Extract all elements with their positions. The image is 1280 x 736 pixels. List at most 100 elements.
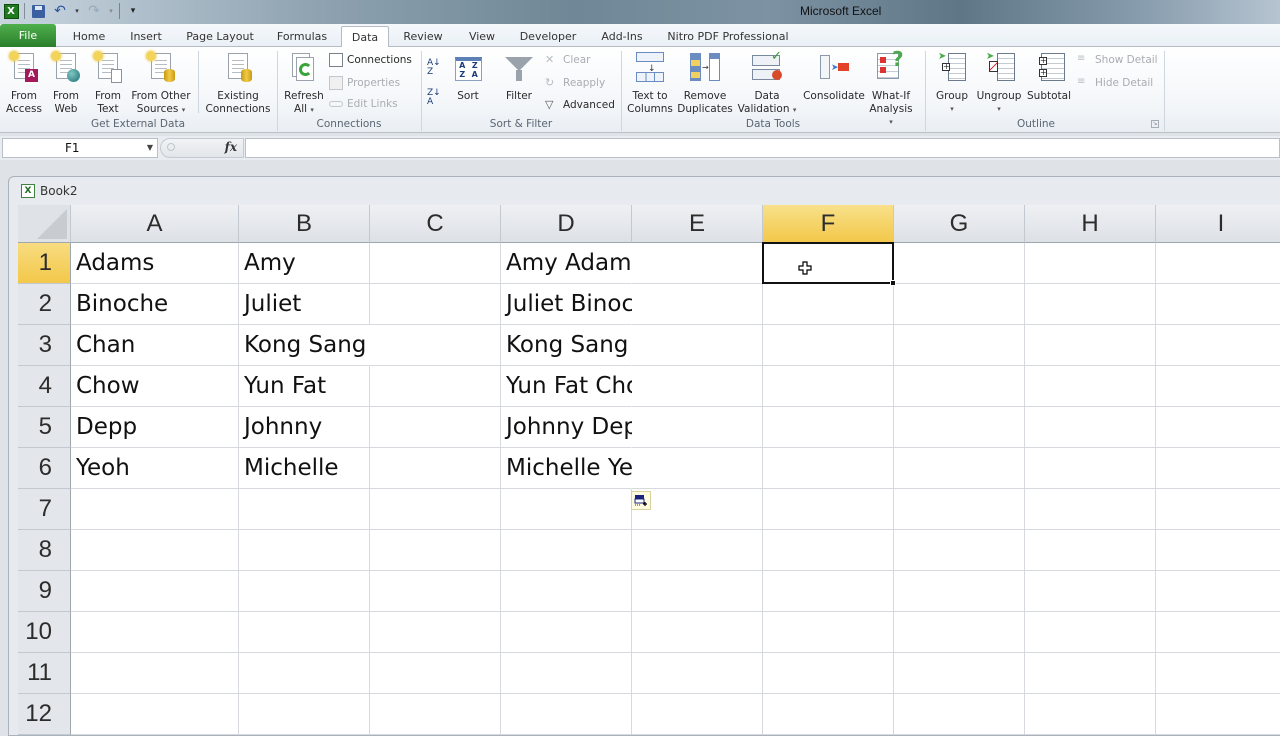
cell-h10[interactable] [1025, 612, 1156, 653]
column-header-f[interactable]: F [763, 205, 894, 243]
column-header-b[interactable]: B [239, 205, 370, 243]
cell-c5[interactable] [370, 407, 501, 448]
cell-h1[interactable] [1025, 243, 1156, 284]
cell-g6[interactable] [894, 448, 1025, 489]
from-text-button[interactable]: From Text [90, 51, 126, 115]
customize-qat-icon[interactable]: ▾ [124, 2, 142, 20]
row-header-4[interactable]: 4 [18, 366, 71, 407]
cell-e1[interactable] [632, 243, 763, 284]
column-header-c[interactable]: C [370, 205, 501, 243]
cell-d10[interactable] [501, 612, 632, 653]
reapply-button[interactable]: ↻ Reapply [545, 76, 605, 90]
name-box[interactable]: F1 ▼ [2, 138, 158, 158]
cell-i11[interactable] [1156, 653, 1280, 694]
cell-b4[interactable]: Yun Fat [239, 366, 370, 407]
cell-b1[interactable]: Amy [239, 243, 370, 284]
cell-i2[interactable] [1156, 284, 1280, 325]
cell-i8[interactable] [1156, 530, 1280, 571]
sort-a-to-z-button[interactable]: A↓ Z [427, 59, 441, 77]
cell-b7[interactable] [239, 489, 370, 530]
cell-h8[interactable] [1025, 530, 1156, 571]
cell-a12[interactable] [71, 694, 239, 735]
cell-g10[interactable] [894, 612, 1025, 653]
cell-b12[interactable] [239, 694, 370, 735]
cell-d9[interactable] [501, 571, 632, 612]
cell-b11[interactable] [239, 653, 370, 694]
sort-z-to-a-button[interactable]: Z↓ A [427, 89, 441, 107]
cell-e10[interactable] [632, 612, 763, 653]
expand-handle-icon[interactable] [167, 143, 175, 151]
tab-data[interactable]: Data [341, 26, 389, 48]
cell-c6[interactable] [370, 448, 501, 489]
filter-button[interactable]: Filter [500, 51, 538, 103]
row-header-5[interactable]: 5 [18, 407, 71, 448]
cell-b9[interactable] [239, 571, 370, 612]
cell-d11[interactable] [501, 653, 632, 694]
advanced-filter-button[interactable]: ▽ Advanced [545, 98, 615, 112]
formula-input[interactable] [245, 138, 1280, 158]
row-header-2[interactable]: 2 [18, 284, 71, 325]
from-access-button[interactable]: A From Access [4, 51, 44, 115]
clear-filter-button[interactable]: ✕ Clear [545, 53, 590, 67]
cell-g3[interactable] [894, 325, 1025, 366]
cell-b2[interactable]: Juliet [239, 284, 370, 325]
cell-d3[interactable]: Kong Sang Chan [501, 325, 695, 366]
cell-h9[interactable] [1025, 571, 1156, 612]
row-header-10[interactable]: 10 [18, 612, 71, 653]
ungroup-button[interactable]: ➤ Ungroup ▾ [974, 51, 1024, 115]
cell-d7[interactable] [501, 489, 632, 530]
cell-h5[interactable] [1025, 407, 1156, 448]
what-if-analysis-button[interactable]: ? What-If Analysis ▾ [868, 49, 914, 129]
cell-c12[interactable] [370, 694, 501, 735]
cell-b3[interactable]: Kong Sang [239, 325, 370, 366]
edit-links-button[interactable]: Edit Links [329, 98, 398, 110]
cell-e9[interactable] [632, 571, 763, 612]
column-header-e[interactable]: E [632, 205, 763, 243]
cell-e3[interactable] [632, 325, 763, 366]
from-web-button[interactable]: From Web [48, 51, 84, 115]
row-header-9[interactable]: 9 [18, 571, 71, 612]
excel-logo-icon[interactable]: X [2, 2, 20, 20]
cell-h6[interactable] [1025, 448, 1156, 489]
cell-f5[interactable] [763, 407, 894, 448]
cell-d5[interactable]: Johnny Depp [501, 407, 653, 448]
cell-a9[interactable] [71, 571, 239, 612]
cell-g8[interactable] [894, 530, 1025, 571]
cell-h2[interactable] [1025, 284, 1156, 325]
column-header-g[interactable]: G [894, 205, 1025, 243]
refresh-all-button[interactable]: Refresh All ▾ [282, 51, 326, 116]
cell-d4[interactable]: Yun Fat Chow [501, 366, 659, 407]
cell-f4[interactable] [763, 366, 894, 407]
remove-duplicates-button[interactable]: → Remove Duplicates [677, 51, 733, 115]
cell-f6[interactable] [763, 448, 894, 489]
show-detail-button[interactable]: ≡ Show Detail [1077, 53, 1158, 67]
cell-d12[interactable] [501, 694, 632, 735]
cell-g9[interactable] [894, 571, 1025, 612]
tab-review[interactable]: Review [400, 26, 446, 47]
name-box-dropdown-icon[interactable]: ▼ [147, 143, 153, 152]
insert-function-icon[interactable]: fx [225, 140, 237, 154]
data-validation-button[interactable]: ✓ Data Validation ▾ [736, 50, 798, 116]
cell-c3[interactable] [370, 325, 501, 366]
tab-insert[interactable]: Insert [126, 26, 166, 47]
cell-a2[interactable]: Binoche [71, 284, 239, 325]
tab-add-ins[interactable]: Add-Ins [597, 26, 647, 47]
cell-c2[interactable] [370, 284, 501, 325]
properties-button[interactable]: Properties [329, 76, 400, 90]
cell-g1[interactable] [894, 243, 1025, 284]
subtotal-button[interactable]: + + Subtotal [1026, 51, 1072, 103]
active-cell-border[interactable] [762, 242, 894, 284]
cell-b5[interactable]: Johnny [239, 407, 370, 448]
outline-dialog-launcher-icon[interactable]: ↘ [1151, 120, 1159, 128]
cell-a7[interactable] [71, 489, 239, 530]
cell-c11[interactable] [370, 653, 501, 694]
cell-g5[interactable] [894, 407, 1025, 448]
cell-c1[interactable] [370, 243, 501, 284]
cell-e8[interactable] [632, 530, 763, 571]
cell-e4[interactable] [632, 366, 763, 407]
cell-f3[interactable] [763, 325, 894, 366]
tab-file[interactable]: File [0, 24, 56, 47]
save-icon[interactable] [29, 2, 47, 20]
sort-button[interactable]: AZZA Sort [450, 51, 486, 103]
cell-g7[interactable] [894, 489, 1025, 530]
